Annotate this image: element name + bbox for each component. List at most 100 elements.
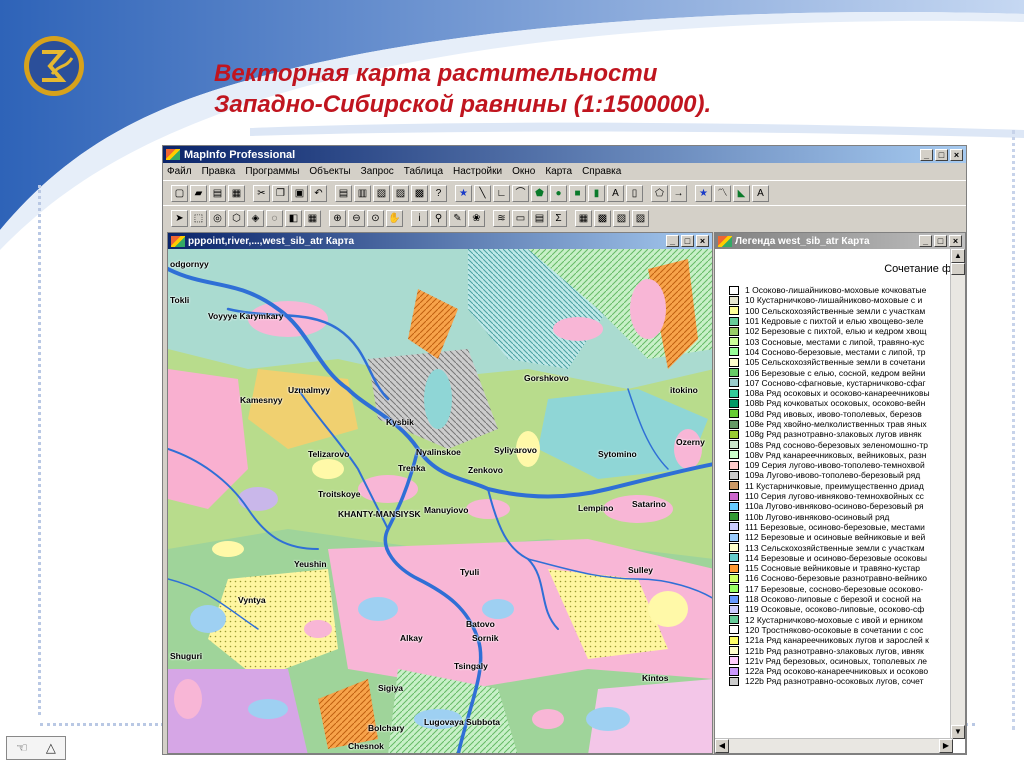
legend-item[interactable]: 118 Осоково-липовые с березой и сосной н… [729, 594, 951, 604]
grabber-icon[interactable]: ✋ [386, 209, 403, 227]
zoom-out-icon[interactable]: ⊖ [348, 209, 365, 227]
help-pointer-icon[interactable]: ? [430, 184, 447, 202]
region-style-icon[interactable]: ◣ [733, 184, 750, 202]
new-mapper-icon[interactable]: ▥ [354, 184, 371, 202]
text-tool-icon[interactable]: A [607, 184, 624, 202]
legend-item[interactable]: 101 Кедровые с пихтой и елью хвощево-зел… [729, 316, 951, 326]
redistricter-icon[interactable]: ▩ [411, 184, 428, 202]
legend-item[interactable]: 104 Сосново-березовые, местами с липой, … [729, 347, 951, 357]
frame-tool-icon[interactable]: ▯ [626, 184, 643, 202]
next-slide-icon[interactable]: △ [46, 740, 56, 756]
new-layout-icon[interactable]: ▨ [392, 184, 409, 202]
legend-item[interactable]: 108v Ряд канареечниковых, вейниковых, ра… [729, 450, 951, 460]
unselect-icon[interactable]: ◌ [266, 209, 283, 227]
legend-item[interactable]: 117 Березовые, сосново-березовые осоково… [729, 584, 951, 594]
print-icon[interactable]: ▦ [228, 184, 245, 202]
legend-item[interactable]: 121b Ряд разнотравно-злаковых лугов, ивн… [729, 645, 951, 656]
text-style-icon[interactable]: A [752, 184, 769, 202]
menu-help[interactable]: Справка [582, 166, 621, 177]
cut-icon[interactable]: ✂ [253, 184, 270, 202]
menu-query[interactable]: Запрос [361, 166, 394, 177]
legend-item[interactable]: 109a Лугово-ивово-тополево-березовый ряд [729, 470, 951, 480]
menu-programs[interactable]: Программы [245, 166, 299, 177]
legend-item[interactable]: 116 Сосново-березовые разнотравно-вейник… [729, 573, 951, 583]
legend-item[interactable]: 100 Сельскохозяйственные земли с участка… [729, 306, 951, 316]
legend-item[interactable]: 114 Березовые и осиново-березовые осоков… [729, 553, 951, 563]
copy-icon[interactable]: ❐ [272, 184, 289, 202]
reshape-icon[interactable]: ⬠ [651, 184, 668, 202]
show-legend-icon[interactable]: ▤ [531, 209, 548, 227]
legend-item[interactable]: 121v Ряд березовых, осиновых, тополевых … [729, 656, 951, 666]
legend-horizontal-scrollbar[interactable]: ◀ ▶ [715, 738, 953, 753]
legend-window-titlebar[interactable]: Легенда west_sib_atr Карта _ □ × [715, 233, 965, 249]
legend-item[interactable]: 108b Ряд кочковатых осоковых, осоково-ве… [729, 398, 951, 408]
boundary-select-icon[interactable]: ◈ [247, 209, 264, 227]
draw-polyline-icon[interactable]: ∟ [493, 184, 510, 202]
menu-file[interactable]: Файл [167, 166, 192, 177]
legend-item[interactable]: 105 Сельскохозяйственные земли в сочетан… [729, 357, 951, 367]
change-view-icon[interactable]: ⊙ [367, 209, 384, 227]
save-icon[interactable]: ▤ [209, 184, 226, 202]
legend-item[interactable]: 110b Лугово-ивняково-осиновый ряд [729, 512, 951, 522]
menu-objects[interactable]: Объекты [309, 166, 350, 177]
legend-item[interactable]: 106 Березовые с елью, сосной, кедром вей… [729, 367, 951, 378]
legend-item[interactable]: 121a Ряд канареечниковых лугов и заросле… [729, 635, 951, 645]
legend-item[interactable]: 110a Лугово-ивняково-осиново-березовый р… [729, 501, 951, 511]
legend-vertical-scrollbar[interactable]: ▲ ▼ [950, 249, 965, 739]
legend-item[interactable]: 119 Осоковые, осоково-липовые, осоково-с… [729, 604, 951, 614]
legend-item[interactable]: 11 Кустарничковые, преимущественно дриад [729, 481, 951, 491]
radius-select-icon[interactable]: ◎ [209, 209, 226, 227]
legend-item[interactable]: 109 Серия лугово-ивово-тополево-темнохво… [729, 460, 951, 470]
legend-maximize-button[interactable]: □ [934, 235, 947, 247]
polygon-select-icon[interactable]: ⬡ [228, 209, 245, 227]
menu-options[interactable]: Настройки [453, 166, 502, 177]
legend-minimize-button[interactable]: _ [919, 235, 932, 247]
draw-line-icon[interactable]: ╲ [474, 184, 491, 202]
legend-item[interactable]: 115 Сосновые вейниковые и травяно-кустар [729, 563, 951, 573]
scroll-left-icon[interactable]: ◀ [715, 739, 729, 753]
legend-item[interactable]: 1 Осоково-лишайниково-моховые кочковатые [729, 285, 951, 295]
new-file-icon[interactable]: ▢ [171, 184, 188, 202]
legend-item[interactable]: 111 Березовые, осиново-березовые, местам… [729, 522, 951, 532]
prev-slide-icon[interactable]: ☜ [16, 740, 28, 756]
menu-edit[interactable]: Правка [202, 166, 236, 177]
line-style-icon[interactable]: 〽 [714, 184, 731, 202]
invert-selection-icon[interactable]: ◧ [285, 209, 302, 227]
graph-select-icon[interactable]: ▦ [304, 209, 321, 227]
marquee-select-icon[interactable]: ⬚ [190, 209, 207, 227]
legend-item[interactable]: 112 Березовые и осиновые вейниковые и ве… [729, 532, 951, 542]
menu-table[interactable]: Таблица [404, 166, 443, 177]
maximize-button[interactable]: □ [935, 148, 948, 161]
draw-rounded-rect-icon[interactable]: ▮ [588, 184, 605, 202]
legend-item[interactable]: 103 Сосновые, местами с липой, травяно-к… [729, 336, 951, 347]
close-button[interactable]: × [950, 148, 963, 161]
scroll-thumb[interactable] [951, 263, 965, 275]
hotlink-icon[interactable]: ⚲ [430, 209, 447, 227]
legend-item[interactable]: 108a Ряд осоковых и осоково-канареечнико… [729, 388, 951, 398]
legend-item[interactable]: 107 Сосново-сфагновые, кустарничково-сфа… [729, 378, 951, 388]
legend-item[interactable]: 113 Сельскохозяйственные земли с участка… [729, 542, 951, 553]
scroll-right-icon[interactable]: ▶ [939, 739, 953, 753]
layer-control-icon[interactable]: ≋ [493, 209, 510, 227]
slide-navigation[interactable]: ☜ △ [6, 736, 66, 760]
legend-item[interactable]: 108s Ряд сосново-березовых зеленомошно-т… [729, 439, 951, 450]
clip-region-icon[interactable]: ▦ [575, 209, 592, 227]
new-grapher-icon[interactable]: ▧ [373, 184, 390, 202]
drag-map-window-icon[interactable]: ❀ [468, 209, 485, 227]
menu-map[interactable]: Карта [545, 166, 572, 177]
legend-close-button[interactable]: × [949, 235, 962, 247]
draw-arc-icon[interactable]: ⌒ [512, 184, 529, 202]
scroll-up-icon[interactable]: ▲ [951, 249, 965, 263]
legend-item[interactable]: 12 Кустарничково-моховые с ивой и ернико… [729, 615, 951, 625]
legend-item[interactable]: 110 Серия лугово-ивняково-темнохвойных с… [729, 491, 951, 501]
set-target-icon[interactable]: ▩ [594, 209, 611, 227]
draw-polygon-icon[interactable]: ⬟ [531, 184, 548, 202]
minimize-button[interactable]: _ [920, 148, 933, 161]
drag-layout-icon[interactable]: ▨ [632, 209, 649, 227]
statistics-icon[interactable]: Σ [550, 209, 567, 227]
paste-icon[interactable]: ▣ [291, 184, 308, 202]
legend-item[interactable]: 120 Тростняково-осоковые в сочетании с с… [729, 625, 951, 635]
add-node-icon[interactable]: → [670, 184, 687, 202]
map-window-titlebar[interactable]: pppoint,river,...,west_sib_atr Карта _ □… [168, 233, 712, 249]
undo-icon[interactable]: ↶ [310, 184, 327, 202]
